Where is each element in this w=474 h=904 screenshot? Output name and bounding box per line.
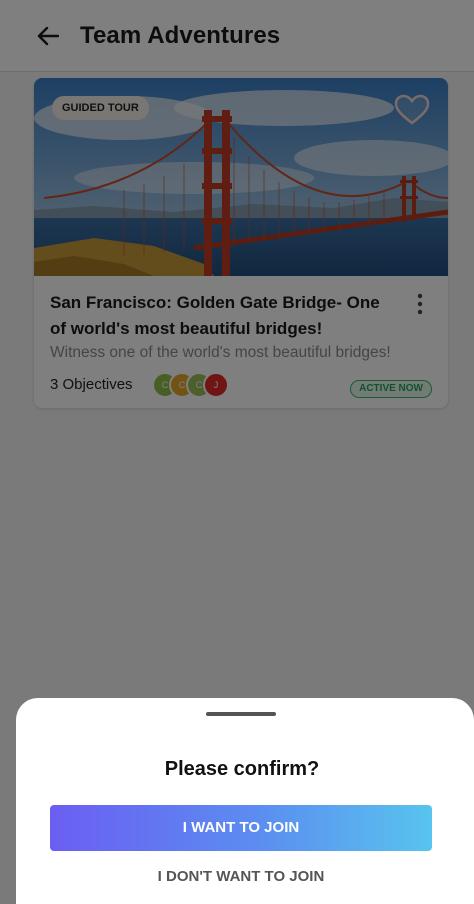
sheet-drag-handle[interactable] [206, 712, 276, 716]
confirm-bottom-sheet: Please confirm? I WANT TO JOIN I DON'T W… [16, 698, 474, 904]
join-button[interactable]: I WANT TO JOIN [50, 805, 432, 851]
confirm-title: Please confirm? [164, 758, 320, 780]
decline-button[interactable]: I DON'T WANT TO JOIN [50, 864, 432, 890]
